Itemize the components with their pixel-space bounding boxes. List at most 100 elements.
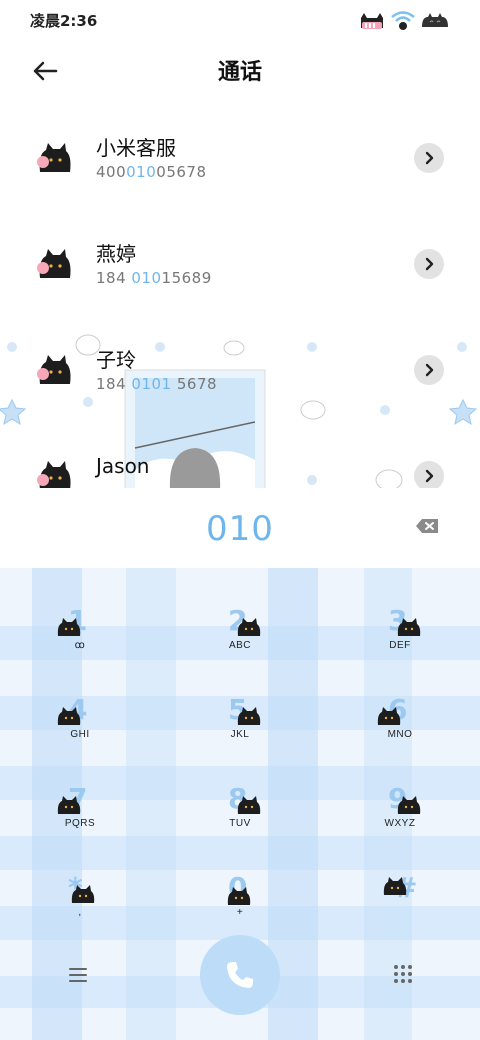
chevron-right-icon: [425, 469, 434, 483]
contact-name: 小米客服: [96, 136, 176, 160]
key-glyph: 9: [378, 784, 422, 818]
black-cat-icon: [237, 796, 261, 814]
list-item[interactable]: Jason: [0, 423, 480, 488]
key-hash[interactable]: #: [340, 873, 460, 943]
key-letters: DEF: [389, 640, 411, 651]
bottom-bar: [0, 935, 480, 1015]
key-1[interactable]: 1 ꝏ: [20, 606, 140, 676]
key-glyph: 7: [57, 784, 102, 818]
arrow-left-icon: [33, 61, 58, 81]
contact-detail-button[interactable]: [414, 355, 444, 385]
key-8[interactable]: 8 TUV: [180, 784, 300, 854]
black-cat-icon: [237, 707, 261, 725]
black-cat-icon: [397, 618, 421, 636]
key-glyph: 6: [377, 695, 422, 729]
black-cat-icon: [71, 885, 95, 903]
list-item[interactable]: 燕婷 184 01015689: [0, 211, 480, 317]
voicemail-icon: ꝏ: [74, 640, 86, 651]
contact-texts: 子玲 184 0101 5678: [96, 347, 217, 393]
black-cat-icon: [57, 707, 81, 725]
contact-texts: 小米客服 40001005678: [96, 135, 207, 181]
key-star[interactable]: * ,: [20, 873, 140, 943]
number-suffix: 5678: [171, 375, 218, 393]
key-glyph: 1: [57, 606, 102, 640]
header: 通话: [0, 48, 480, 92]
call-button[interactable]: [200, 935, 280, 1015]
black-cat-avatar: [37, 461, 71, 488]
phone-icon: [227, 962, 253, 988]
key-6[interactable]: 6 MNO: [340, 695, 460, 765]
contact-number: 40001005678: [96, 163, 207, 181]
status-icons: [358, 9, 450, 31]
key-letters: ABC: [228, 640, 252, 651]
key-letters: +: [236, 907, 244, 918]
key-glyph: #: [378, 873, 422, 907]
contact-texts: 燕婷 184 01015689: [96, 241, 212, 287]
black-cat-icon: [237, 618, 261, 636]
key-7[interactable]: 7 PQRS: [20, 784, 140, 854]
key-glyph: 8: [218, 784, 262, 818]
black-cat-icon: [57, 618, 81, 636]
key-glyph: 2: [218, 606, 262, 640]
black-cat-icon: [397, 796, 421, 814]
chevron-right-icon: [425, 257, 434, 271]
wifi-icon: [391, 11, 415, 30]
list-item[interactable]: 小米客服 40001005678: [0, 105, 480, 211]
key-9[interactable]: 9 WXYZ: [340, 784, 460, 854]
dialed-number: 010: [206, 509, 274, 549]
key-glyph: 4: [57, 695, 102, 729]
key-letters: JKL: [230, 729, 250, 740]
battery-icon: [361, 13, 383, 29]
chevron-right-icon: [425, 151, 434, 165]
number-suffix: 15689: [161, 269, 212, 287]
key-glyph: 0: [218, 873, 262, 907]
contact-name: 燕婷: [96, 242, 136, 266]
page-title: 通话: [217, 60, 262, 85]
contact-name: Jason: [96, 454, 150, 478]
contact-detail-button[interactable]: [414, 143, 444, 173]
contact-detail-button[interactable]: [414, 249, 444, 279]
black-cat-icon: [57, 796, 81, 814]
number-match: 010: [126, 163, 157, 181]
contact-list: 小米客服 40001005678 燕婷 184 01015689 子玲 184 …: [0, 105, 480, 488]
key-glyph: 5: [218, 695, 262, 729]
status-bar: 凌晨2:36: [0, 0, 480, 40]
contact-number: 184 01015689: [96, 269, 212, 287]
number-prefix: 184: [96, 375, 132, 393]
back-button[interactable]: [28, 54, 62, 88]
key-0[interactable]: 0 +: [180, 873, 300, 943]
number-prefix: 184: [96, 269, 132, 287]
status-time: 凌晨2:36: [30, 11, 98, 30]
list-item[interactable]: 子玲 184 0101 5678: [0, 317, 480, 423]
backspace-icon[interactable]: [414, 516, 440, 536]
number-prefix: 400: [96, 163, 127, 181]
key-5[interactable]: 5 JKL: [180, 695, 300, 765]
black-cat-avatar: [37, 143, 71, 172]
black-cat-icon: [383, 877, 407, 895]
contact-detail-button[interactable]: [414, 461, 444, 488]
signal-icon: [422, 13, 448, 27]
number-match: 0101: [131, 375, 172, 393]
black-cat-avatar: [37, 249, 71, 278]
contact-texts: Jason: [96, 453, 150, 479]
key-glyph: 3: [378, 606, 422, 640]
number-match: 010: [131, 269, 162, 287]
black-cat-icon: [227, 887, 251, 905]
contact-number: 184 0101 5678: [96, 375, 217, 393]
key-letters: GHI: [70, 729, 90, 740]
menu-icon[interactable]: [66, 965, 90, 985]
chevron-right-icon: [425, 363, 434, 377]
dialed-number-bar: 010: [0, 490, 480, 568]
number-suffix: 05678: [156, 163, 207, 181]
key-letters: TUV: [229, 818, 251, 829]
key-3[interactable]: 3 DEF: [340, 606, 460, 676]
key-letters: PQRS: [64, 818, 96, 829]
key-glyph: *: [58, 873, 102, 907]
contact-name: 子玲: [96, 348, 136, 372]
key-letters: MNO: [387, 729, 413, 740]
key-4[interactable]: 4 GHI: [20, 695, 140, 765]
dialpad-icon[interactable]: [392, 963, 414, 985]
key-letters: WXYZ: [384, 818, 416, 829]
black-cat-icon: [377, 707, 401, 725]
key-2[interactable]: 2 ABC: [180, 606, 300, 676]
